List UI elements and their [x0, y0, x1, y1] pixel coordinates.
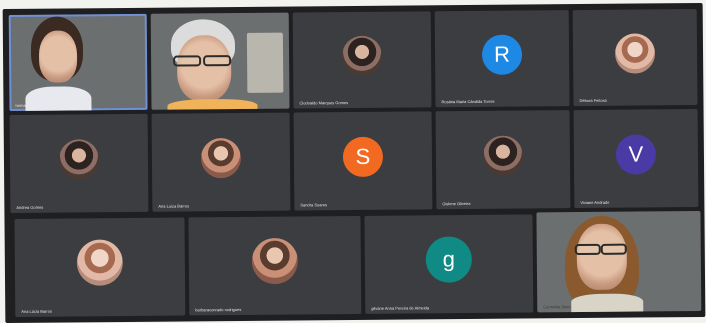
glasses: [574, 243, 601, 256]
participant-avatar: g: [425, 236, 473, 283]
participant-name: Carmelita Saez: [543, 304, 571, 310]
participant-tile-host-camera[interactable]: [150, 12, 290, 110]
participant-name: Sandra Soares: [300, 202, 328, 208]
participant-avatar: V: [615, 134, 657, 175]
mic-off-icon: [279, 117, 284, 122]
participant-name: Ana Lúcia Barros: [21, 308, 52, 314]
participant-tile-rosaria[interactable]: R Rosária Maria Cândida Torres: [434, 10, 570, 108]
participant-name: gilvane Anna Pereira de Almeida: [371, 305, 430, 311]
participant-tile-hernandes[interactable]: hernandes: [8, 13, 148, 112]
participant-tile-sandra[interactable]: S Sandra Soares: [293, 111, 433, 211]
glasses: [600, 243, 627, 255]
mic-off-icon: [521, 218, 526, 223]
mic-icon: [689, 215, 694, 220]
participant-avatar: [251, 237, 299, 285]
participant-name: barbaraconrado rodrigues: [195, 306, 242, 313]
participant-avatar: [341, 35, 383, 77]
participant-avatar: [76, 239, 124, 286]
mic-off-icon: [558, 14, 563, 19]
participant-shirt: [167, 98, 258, 110]
mic-off-icon: [174, 222, 179, 227]
meeting-grid: hernandes Clodoaldo Marques Gomes R Rosá…: [2, 2, 706, 323]
participant-tile-clodoaldo[interactable]: Clodoaldo Marques Gomes: [292, 11, 432, 109]
participant-avatar: R: [481, 34, 523, 75]
participant-name: Ana Luiza Barros: [158, 203, 190, 209]
mic-off-icon: [421, 115, 426, 120]
participant-avatar: [58, 139, 100, 180]
participant-tile-barbara[interactable]: barbaraconrado rodrigues: [188, 215, 362, 316]
mic-off-icon: [420, 15, 425, 20]
mic-icon: [136, 18, 141, 23]
participant-tile-ana-lucia[interactable]: Ana Lúcia Barros: [14, 217, 186, 317]
participant-avatar: [200, 137, 242, 179]
mic-off-icon: [686, 13, 691, 18]
mic-off-icon: [137, 118, 142, 123]
participant-shirt: [25, 86, 92, 112]
mic-off-icon: [687, 113, 692, 118]
participant-tile-carmelita[interactable]: Carmelita Saez: [536, 210, 702, 313]
participant-name: Viviane Andrade: [580, 199, 610, 206]
participant-tile-ana-luiza[interactable]: Ana Luiza Barros: [151, 112, 291, 212]
participant-tile-debora[interactable]: Débora Feitosa: [572, 9, 698, 107]
mic-off-icon: [559, 114, 564, 119]
participant-name: hernandes: [15, 102, 35, 108]
participant-avatar: [482, 135, 524, 176]
glasses: [203, 55, 232, 67]
participant-name: Rosária Maria Cândida Torres: [441, 98, 495, 105]
participant-face: [176, 35, 232, 102]
participant-name: Andrea Gomes: [16, 204, 44, 210]
glasses: [173, 55, 202, 67]
participant-shirt: [571, 293, 644, 313]
participant-avatar: S: [342, 136, 384, 178]
participant-tile-andrea[interactable]: Andrea Gomes: [9, 113, 149, 214]
participant-name: Gislene Oliveira: [442, 200, 471, 207]
participant-tile-viviane[interactable]: V Viviane Andrade: [573, 109, 699, 209]
participant-face: [38, 30, 78, 83]
participant-tile-gilvane[interactable]: g gilvane Anna Pereira de Almeida: [364, 214, 534, 314]
participant-avatar: [614, 33, 656, 74]
participant-name: Débora Feitosa: [579, 97, 607, 104]
mic-off-icon: [349, 220, 354, 225]
background-shelf: [246, 32, 284, 93]
participant-face: [576, 223, 628, 291]
participant-name: Clodoaldo Marques Gomes: [299, 100, 349, 106]
participant-tile-gislene[interactable]: Gislene Oliveira: [435, 110, 571, 210]
